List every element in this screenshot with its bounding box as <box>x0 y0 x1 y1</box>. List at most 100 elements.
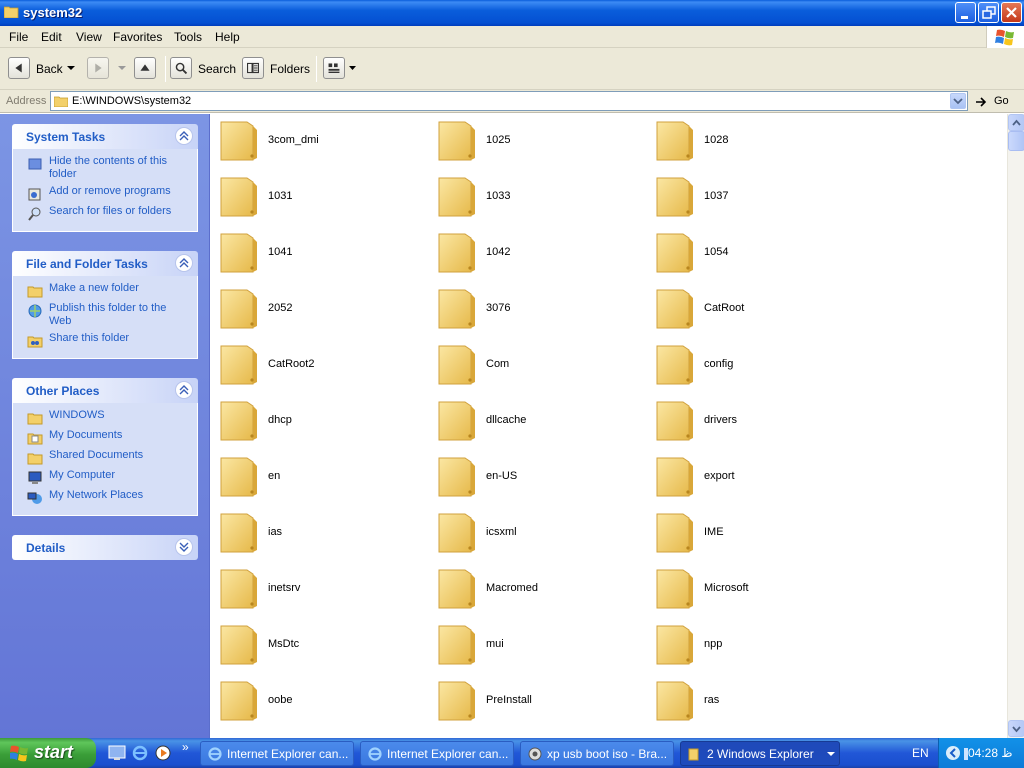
folder-name: 1031 <box>268 190 293 202</box>
folder-item[interactable]: PreInstall <box>429 674 639 722</box>
taskbar-item-browser[interactable]: xp usb boot iso - Bra... <box>520 741 674 766</box>
place-my-network-places[interactable]: My Network Places <box>13 489 197 509</box>
folder-name: dhcp <box>268 414 292 426</box>
folder-item[interactable]: 1028 <box>647 114 857 162</box>
taskbar-item-ie-2[interactable]: Internet Explorer can... <box>360 741 514 766</box>
start-button[interactable]: start <box>0 738 96 768</box>
folder-item[interactable]: ias <box>211 506 421 554</box>
folder-item[interactable]: Microsoft <box>647 562 857 610</box>
go-arrow-icon <box>976 97 987 107</box>
folder-item[interactable]: 2052 <box>211 282 421 330</box>
folder-item[interactable]: 3com_dmi <box>211 114 421 162</box>
details-header[interactable]: Details <box>12 535 198 560</box>
vertical-scrollbar[interactable] <box>1007 114 1024 738</box>
folder-item[interactable]: en-US <box>429 450 639 498</box>
views-button[interactable] <box>323 56 357 82</box>
collapse-icon[interactable] <box>175 254 193 272</box>
hide-contents-link[interactable]: Hide the contents of this folder <box>13 155 197 185</box>
scroll-thumb[interactable] <box>1008 131 1024 151</box>
folder-item[interactable]: drivers <box>647 394 857 442</box>
folder-item[interactable]: Macromed <box>429 562 639 610</box>
media-player-icon[interactable] <box>154 744 172 762</box>
folder-item[interactable]: icsxml <box>429 506 639 554</box>
go-button[interactable]: Go <box>974 93 1022 110</box>
folder-item[interactable]: npp <box>647 618 857 666</box>
folder-item[interactable]: dhcp <box>211 394 421 442</box>
my-documents-icon <box>27 433 43 445</box>
folder-name: 3com_dmi <box>268 134 319 146</box>
menu-favorites[interactable]: Favorites <box>113 30 162 44</box>
folder-item[interactable]: dllcache <box>429 394 639 442</box>
folder-item[interactable]: 1025 <box>429 114 639 162</box>
folder-item[interactable]: oobe <box>211 674 421 722</box>
place-shared-documents[interactable]: Shared Documents <box>13 449 197 469</box>
add-remove-programs-link[interactable]: Add or remove programs <box>13 185 197 205</box>
place-my-computer[interactable]: My Computer <box>13 469 197 489</box>
folder-item[interactable]: 1042 <box>429 226 639 274</box>
back-button[interactable]: Back <box>8 56 78 82</box>
folder-item[interactable]: IME <box>647 506 857 554</box>
folder-item[interactable]: 1041 <box>211 226 421 274</box>
folder-icon <box>438 681 475 721</box>
make-new-folder-link[interactable]: Make a new folder <box>13 282 197 302</box>
show-desktop-icon[interactable] <box>108 744 126 762</box>
title-bar[interactable]: system32 <box>0 0 1024 26</box>
folder-item[interactable]: CatRoot2 <box>211 338 421 386</box>
scroll-up-button[interactable] <box>1008 114 1024 131</box>
quick-launch-more-icon[interactable]: » <box>182 740 189 754</box>
folder-item[interactable]: 1033 <box>429 170 639 218</box>
clock: 04:28 ظ <box>968 746 1013 760</box>
taskbar-item-windows-explorer[interactable]: 2 Windows Explorer <box>680 741 840 766</box>
folder-item[interactable]: 1037 <box>647 170 857 218</box>
menu-help[interactable]: Help <box>215 30 240 44</box>
folder-icon <box>438 289 475 329</box>
folder-item[interactable]: 1031 <box>211 170 421 218</box>
forward-button[interactable] <box>87 56 127 82</box>
folder-item[interactable]: mui <box>429 618 639 666</box>
restore-button[interactable] <box>978 2 999 23</box>
collapse-icon[interactable] <box>175 127 193 145</box>
place-my-documents[interactable]: My Documents <box>13 429 197 449</box>
menu-file[interactable]: File <box>9 30 28 44</box>
share-folder-link[interactable]: Share this folder <box>13 332 197 352</box>
folder-item[interactable]: Com <box>429 338 639 386</box>
folder-item[interactable]: config <box>647 338 857 386</box>
folder-icon <box>688 748 699 761</box>
expand-icon[interactable] <box>175 538 193 556</box>
folder-item[interactable]: 1054 <box>647 226 857 274</box>
up-button[interactable] <box>134 56 160 82</box>
folder-name: drivers <box>704 414 738 426</box>
folder-item[interactable]: export <box>647 450 857 498</box>
minimize-button[interactable] <box>955 2 976 23</box>
file-folder-tasks-header[interactable]: File and Folder Tasks <box>12 251 198 276</box>
folder-item[interactable]: en <box>211 450 421 498</box>
close-button[interactable] <box>1001 2 1022 23</box>
search-files-link[interactable]: Search for files or folders <box>13 205 197 225</box>
search-button[interactable]: Search <box>170 56 236 82</box>
folder-item[interactable]: CatRoot <box>647 282 857 330</box>
place-windows[interactable]: WINDOWS <box>13 409 197 429</box>
folder-item[interactable]: inetsrv <box>211 562 421 610</box>
internet-explorer-icon[interactable] <box>131 744 149 762</box>
language-indicator[interactable]: EN <box>912 746 929 760</box>
folder-view[interactable]: 3com_dmi 1025 1028 1031 1033 1037 1041 1042 1054… <box>211 114 1007 738</box>
folders-button[interactable]: Folders <box>242 56 312 82</box>
address-label: Address <box>6 95 47 107</box>
system-tasks-header[interactable]: System Tasks <box>12 124 198 149</box>
folder-item[interactable]: ras <box>647 674 857 722</box>
publish-folder-link[interactable]: Publish this folder to the Web <box>13 302 197 332</box>
folder-item[interactable]: 3076 <box>429 282 639 330</box>
address-dropdown-button[interactable] <box>950 93 966 109</box>
other-places-header[interactable]: Other Places <box>12 378 198 403</box>
address-input[interactable]: E:\WINDOWS\system32 <box>50 91 968 111</box>
collapse-icon[interactable] <box>175 381 193 399</box>
tray-back-icon[interactable] <box>945 745 961 761</box>
menu-view[interactable]: View <box>76 30 102 44</box>
taskbar-item-ie-1[interactable]: Internet Explorer can... <box>200 741 354 766</box>
scroll-down-button[interactable] <box>1008 720 1024 737</box>
folder-item[interactable]: MsDtc <box>211 618 421 666</box>
menu-edit[interactable]: Edit <box>41 30 62 44</box>
folder-icon <box>220 121 257 161</box>
minimize-icon <box>961 16 968 19</box>
menu-tools[interactable]: Tools <box>174 30 202 44</box>
